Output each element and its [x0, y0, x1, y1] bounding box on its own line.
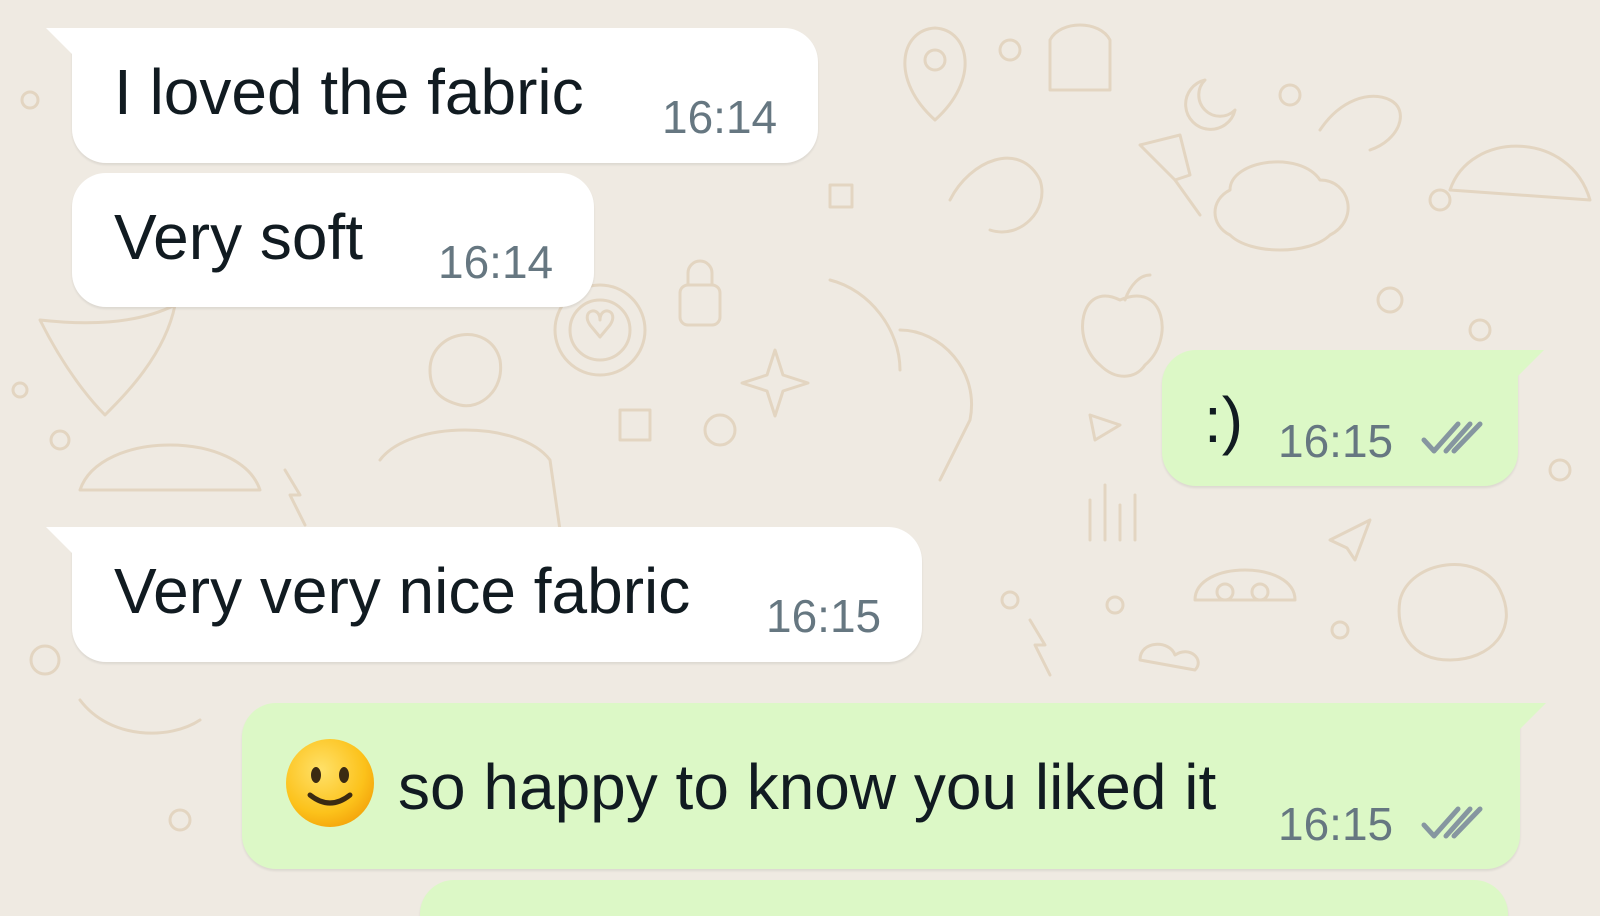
bubble-tail-icon	[46, 28, 80, 62]
slightly-smiling-face-icon	[286, 739, 374, 827]
message-timestamp: 16:14	[438, 236, 554, 288]
bubble-tail-icon	[1510, 350, 1544, 384]
message-text: Very very nice fabric	[114, 555, 691, 627]
bubble-tail-icon	[46, 527, 80, 561]
outgoing-message[interactable]: so happy to know you liked it 16:15	[242, 703, 1546, 869]
message-text: :)	[1204, 384, 1244, 456]
message-text: I loved the fabric	[114, 56, 584, 128]
message-text: so happy to know you liked it	[398, 751, 1217, 823]
incoming-message[interactable]: I loved the fabric 16:14	[46, 28, 818, 163]
chat-conversation: I loved the fabric 16:14 Very soft 16:14…	[0, 0, 1600, 916]
incoming-message[interactable]: Very very nice fabric 16:15	[46, 527, 922, 662]
outgoing-message-partial[interactable]	[420, 880, 1508, 916]
outgoing-message[interactable]: :) 16:15	[1162, 350, 1544, 486]
double-check-icon	[1421, 421, 1483, 454]
message-timestamp: 16:14	[662, 91, 778, 143]
bubble-tail-icon	[1512, 703, 1546, 737]
message-timestamp: 16:15	[1278, 798, 1394, 850]
message-timestamp: 16:15	[766, 590, 882, 642]
double-check-icon	[1421, 806, 1483, 839]
message-text: Very soft	[114, 201, 363, 273]
message-timestamp: 16:15	[1278, 415, 1394, 467]
incoming-message[interactable]: Very soft 16:14	[72, 173, 594, 307]
